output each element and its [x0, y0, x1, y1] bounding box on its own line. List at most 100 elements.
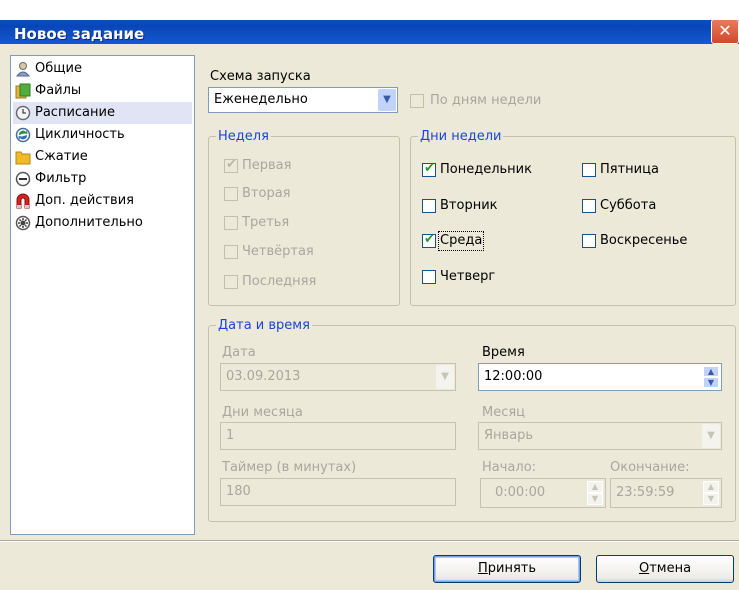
user-icon: [15, 62, 31, 77]
nav-item-label: Фильтр: [35, 171, 87, 186]
week-fourth-checkbox[interactable]: [224, 245, 238, 259]
accept-button[interactable]: Принять: [433, 555, 581, 583]
end-spinner[interactable]: ▲ ▼: [703, 481, 719, 505]
thursday-label: Четверг: [440, 269, 496, 284]
sunday-label: Воскресенье: [600, 233, 688, 248]
schedule-select[interactable]: Еженедельно ▼: [208, 87, 398, 113]
sunday-checkbox[interactable]: [582, 234, 596, 248]
nav-item-label: Дополнительно: [35, 215, 143, 230]
chevron-down-icon[interactable]: ▼: [436, 365, 454, 389]
month-days-label: Дни месяца: [222, 405, 303, 420]
folder-files-icon: [15, 83, 31, 99]
start-time-value: 0:00:00: [495, 485, 546, 500]
cancel-label: тмена: [649, 561, 692, 576]
time-spinner[interactable]: ▲ ▼: [703, 366, 719, 388]
month-label: Месяц: [482, 405, 526, 420]
thursday-checkbox[interactable]: [422, 270, 436, 284]
tuesday-checkbox[interactable]: [422, 199, 436, 213]
month-select[interactable]: Январь ▼: [478, 422, 722, 450]
start-label: Начало:: [482, 460, 537, 475]
spin-down-icon[interactable]: ▼: [587, 493, 603, 505]
nav-item-label: Сжатие: [35, 149, 88, 164]
weekdays-legend: Дни недели: [418, 129, 504, 145]
wednesday-checkbox[interactable]: ✔: [422, 232, 436, 248]
filter-icon: [15, 171, 31, 187]
tuesday-label: Вторник: [440, 198, 498, 213]
nav-item-label: Общие: [35, 61, 82, 76]
category-list: Общие Файлы Расписание Цикличность Сжати…: [10, 55, 195, 535]
end-time-value: 23:59:59: [616, 485, 675, 500]
close-icon: ✕: [718, 21, 732, 40]
spin-down-icon[interactable]: ▼: [703, 493, 719, 505]
folder-icon: [15, 151, 31, 165]
date-picker[interactable]: 03.09.2013 ▼: [220, 363, 456, 391]
friday-label: Пятница: [600, 162, 659, 177]
friday-checkbox[interactable]: [582, 163, 596, 177]
monday-checkbox[interactable]: ✔: [422, 161, 436, 177]
end-label: Окончание:: [610, 460, 690, 475]
saturday-checkbox[interactable]: [582, 199, 596, 213]
nav-item-filter[interactable]: Фильтр: [13, 168, 192, 190]
nav-item-label: Файлы: [35, 83, 82, 98]
start-time-input[interactable]: 0:00:00 ▲ ▼: [480, 478, 606, 508]
by-weekdays-label: По дням недели: [430, 93, 542, 108]
checkmark-icon: ✔: [226, 157, 237, 172]
by-weekdays-checkbox[interactable]: [410, 94, 424, 108]
nav-item-label: Цикличность: [35, 127, 125, 142]
checkmark-icon: ✔: [424, 232, 435, 247]
datetime-legend: Дата и время: [216, 318, 312, 334]
cancel-button[interactable]: Отмена: [596, 555, 734, 583]
week-third-checkbox[interactable]: [224, 216, 238, 230]
saturday-label: Суббота: [600, 198, 657, 213]
date-value: 03.09.2013: [226, 369, 301, 384]
nav-item-advanced[interactable]: Дополнительно: [13, 212, 192, 234]
week-third-label: Третья: [242, 215, 290, 230]
nav-item-cycle[interactable]: Цикличность: [13, 124, 192, 146]
timer-input[interactable]: 180: [220, 478, 456, 506]
close-button[interactable]: ✕: [711, 19, 739, 44]
spin-up-icon[interactable]: ▲: [703, 481, 719, 493]
document-text-strip: [0, 0, 739, 20]
clock-icon: [15, 105, 31, 121]
time-input[interactable]: 12:00:00 ▲ ▼: [478, 363, 722, 391]
month-days-input[interactable]: 1: [220, 422, 456, 450]
checkmark-icon: ✔: [424, 161, 435, 176]
wednesday-label: Среда: [437, 231, 485, 251]
nav-item-compression[interactable]: Сжатие: [13, 146, 192, 168]
week-last-checkbox[interactable]: [224, 275, 238, 289]
gear-icon: [15, 215, 31, 231]
spin-up-icon[interactable]: ▲: [587, 481, 603, 493]
schedule-value: Еженедельно: [214, 92, 308, 107]
start-spinner[interactable]: ▲ ▼: [587, 481, 603, 505]
window-title: Новое задание: [14, 25, 145, 43]
timer-label: Таймер (в минутах): [222, 460, 357, 475]
week-first-checkbox[interactable]: ✔: [224, 157, 238, 173]
nav-item-general[interactable]: Общие: [13, 58, 192, 80]
week-second-checkbox[interactable]: [224, 187, 238, 201]
date-label: Дата: [222, 345, 256, 360]
nav-item-label: Расписание: [35, 105, 115, 120]
magnet-icon: [16, 193, 30, 209]
end-time-input[interactable]: 23:59:59 ▲ ▼: [610, 478, 722, 508]
schedule-label: Схема запуска: [210, 69, 311, 84]
month-value: Январь: [484, 428, 534, 443]
week-last-label: Последняя: [242, 274, 317, 289]
divider: [0, 541, 739, 542]
monday-label: Понедельник: [440, 162, 532, 177]
spin-up-icon[interactable]: ▲: [703, 366, 719, 377]
week-first-label: Первая: [242, 158, 292, 173]
nav-item-schedule[interactable]: Расписание: [13, 102, 192, 124]
week-legend: Неделя: [216, 129, 271, 145]
spin-down-icon[interactable]: ▼: [703, 377, 719, 388]
chevron-down-icon[interactable]: ▼: [378, 89, 396, 111]
dialog-window: Новое задание ✕ Общие Файлы Расписание Ц…: [0, 0, 739, 590]
cancel-mnemonic: О: [638, 561, 650, 576]
week-fourth-label: Четвёртая: [242, 244, 314, 259]
nav-item-extra-actions[interactable]: Доп. действия: [13, 190, 192, 212]
month-days-value: 1: [226, 428, 235, 443]
timer-value: 180: [226, 484, 251, 499]
chevron-down-icon[interactable]: ▼: [702, 424, 720, 448]
accept-label: ринять: [487, 561, 537, 576]
nav-item-files[interactable]: Файлы: [13, 80, 192, 102]
cycle-icon: [15, 127, 31, 143]
